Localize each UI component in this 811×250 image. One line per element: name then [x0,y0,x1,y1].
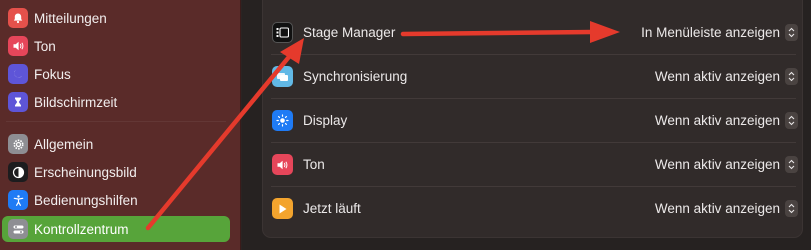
speaker-icon [272,154,293,175]
select-stepper[interactable] [785,68,798,85]
visibility-select-value[interactable]: Wenn aktiv anzeigen [655,201,780,216]
select-stepper[interactable] [785,200,798,217]
play-icon [272,198,293,219]
row-label: Ton [303,157,325,172]
brightness-icon [272,110,293,131]
select-stepper[interactable] [785,24,798,41]
settings-row-ton: Ton Wenn aktiv anzeigen [263,143,804,186]
sidebar: Mitteilungen Ton Fokus Bildschirmzeit Al… [0,0,241,250]
sidebar-item-label: Erscheinungsbild [34,164,137,180]
row-label: Stage Manager [303,25,396,40]
control-center-icon [8,219,28,239]
appearance-icon [8,162,28,182]
sidebar-item-label: Fokus [34,66,71,82]
sidebar-item-label: Allgemein [34,136,94,152]
visibility-select-value[interactable]: Wenn aktiv anzeigen [655,69,780,84]
sidebar-item-kontrollzentrum[interactable]: Kontrollzentrum [2,216,230,242]
visibility-select-value[interactable]: Wenn aktiv anzeigen [655,157,780,172]
stage-manager-icon [272,22,293,43]
select-stepper[interactable] [785,112,798,129]
sidebar-item-label: Bildschirmzeit [34,94,118,110]
sidebar-item-fokus[interactable]: Fokus [2,61,230,87]
row-label: Jetzt läuft [303,201,361,216]
settings-row-stage-manager: Stage Manager In Menüleiste anzeigen [263,11,804,54]
row-label: Display [303,113,348,128]
sidebar-item-label: Ton [34,38,56,54]
row-label: Synchronisierung [303,69,408,84]
settings-row-display: Display Wenn aktiv anzeigen [263,99,804,142]
sidebar-item-bildschirmzeit[interactable]: Bildschirmzeit [2,89,230,115]
hourglass-icon [8,92,28,112]
sidebar-item-label: Mitteilungen [34,10,107,26]
visibility-select-value[interactable]: In Menüleiste anzeigen [641,25,780,40]
settings-group: Stage Manager In Menüleiste anzeigen Syn… [262,0,803,238]
speaker-icon [8,36,28,56]
settings-panel: Stage Manager In Menüleiste anzeigen Syn… [242,0,811,250]
select-stepper[interactable] [785,156,798,173]
bell-icon [8,8,28,28]
settings-row-synchronisierung: Synchronisierung Wenn aktiv anzeigen [263,55,804,98]
accessibility-icon [8,190,28,210]
visibility-select-value[interactable]: Wenn aktiv anzeigen [655,113,780,128]
sidebar-item-label: Bedienungshilfen [34,192,138,208]
sidebar-divider [6,121,226,122]
sidebar-item-bedienungshilfen[interactable]: Bedienungshilfen [2,187,230,213]
sync-icon [272,66,293,87]
sidebar-item-erscheinungsbild[interactable]: Erscheinungsbild [2,159,230,185]
settings-row-jetzt-laeuft: Jetzt läuft Wenn aktiv anzeigen [263,187,804,230]
moon-icon [8,64,28,84]
sidebar-item-label: Kontrollzentrum [34,221,129,237]
sidebar-item-allgemein[interactable]: Allgemein [2,131,230,157]
sidebar-item-mitteilungen[interactable]: Mitteilungen [2,5,230,31]
gear-icon [8,134,28,154]
sidebar-item-ton[interactable]: Ton [2,33,230,59]
